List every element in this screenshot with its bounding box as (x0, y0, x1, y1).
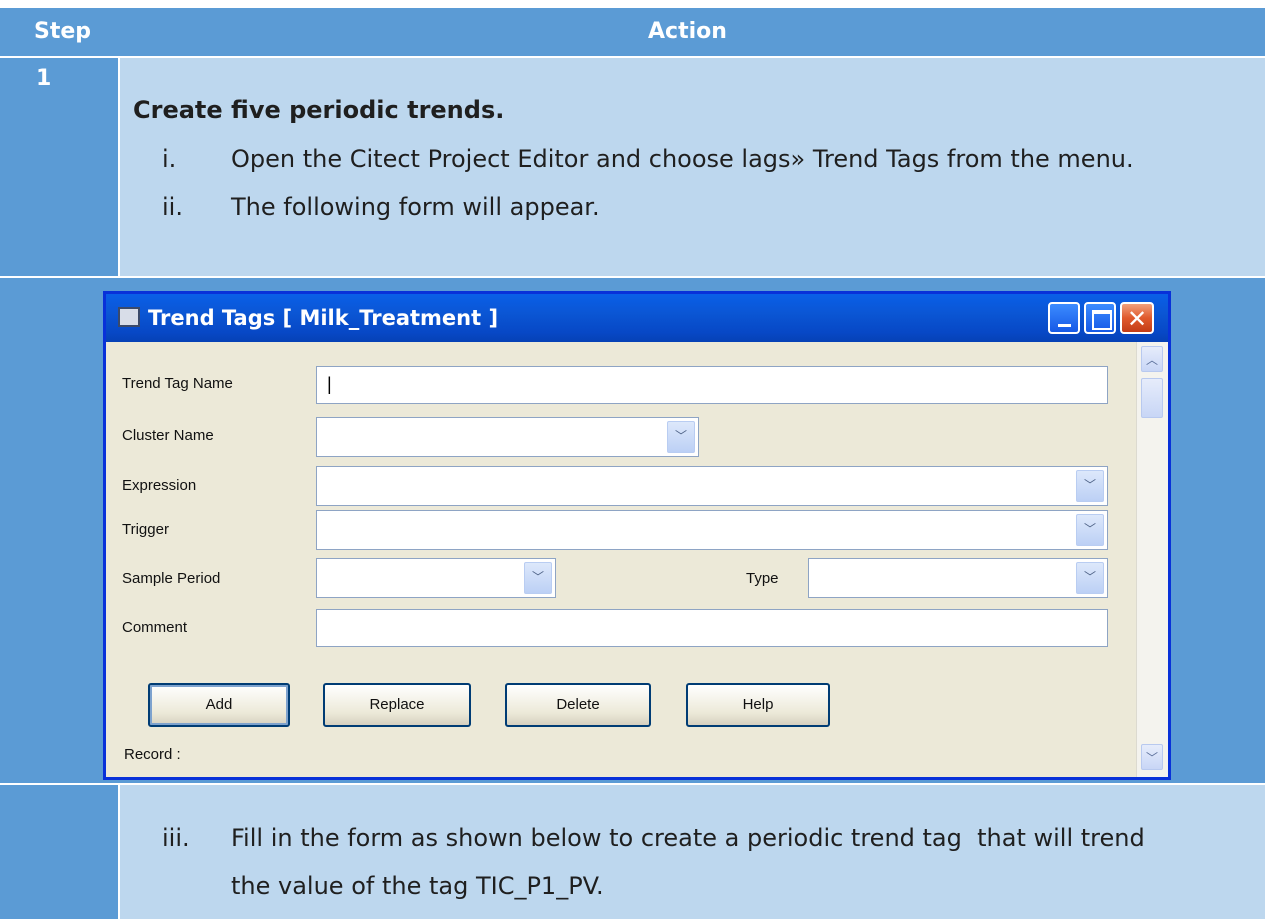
action-column-header: Action (648, 8, 727, 56)
table-header (0, 8, 1265, 56)
maximize-button[interactable] (1084, 302, 1116, 334)
cluster-name-select[interactable]: ﹀ (316, 417, 699, 457)
comment-field[interactable] (316, 609, 1108, 647)
scroll-up-button[interactable]: ︿ (1141, 346, 1163, 372)
type-select[interactable]: ﹀ (808, 558, 1108, 598)
close-button[interactable]: ✕ (1120, 302, 1154, 334)
comment-label: Comment (122, 619, 188, 636)
step-cell (0, 785, 118, 919)
minimize-button[interactable] (1048, 302, 1080, 334)
scroll-thumb[interactable] (1141, 378, 1163, 418)
step-cell (0, 58, 118, 276)
item-text: The following form will appear. (231, 193, 600, 221)
step-heading: Create five periodic trends. (133, 96, 505, 124)
item-numeral: iii. (162, 824, 190, 852)
chevron-down-icon[interactable]: ﹀ (1076, 470, 1104, 502)
expression-label: Expression (122, 477, 197, 494)
cluster-name-label: Cluster Name (122, 427, 214, 444)
dialog-title-bar[interactable]: Trend Tags [ Milk_Treatment ] ✕ (106, 294, 1168, 342)
chevron-down-icon[interactable]: ﹀ (667, 421, 695, 453)
item-text: the value of the tag TIC_P1_PV. (231, 872, 604, 900)
chevron-up-icon: ︿ (1145, 353, 1158, 367)
trend-tag-name-label: Trend Tag Name (122, 375, 233, 392)
item-text: Open the Citect Project Editor and choos… (231, 145, 1134, 173)
chevron-down-icon[interactable]: ﹀ (1076, 514, 1104, 546)
item-numeral: ii. (162, 193, 183, 221)
delete-button[interactable]: Delete (505, 683, 651, 727)
scroll-down-button[interactable]: ﹀ (1141, 744, 1163, 770)
chevron-down-icon[interactable]: ﹀ (1076, 562, 1104, 594)
step-column-header: Step (34, 8, 92, 56)
step-number: 1 (36, 66, 52, 91)
chevron-down-icon[interactable]: ﹀ (524, 562, 552, 594)
text-cursor: | (327, 374, 332, 394)
help-button[interactable]: Help (686, 683, 830, 727)
record-status: Record : (124, 746, 181, 763)
item-text: Fill in the form as shown below to creat… (231, 824, 1145, 852)
trigger-select[interactable]: ﹀ (316, 510, 1108, 550)
add-button[interactable]: Add (148, 683, 290, 727)
item-numeral: i. (162, 145, 177, 173)
sample-period-label: Sample Period (122, 570, 221, 587)
close-icon: ✕ (1126, 305, 1148, 333)
minimize-icon (1058, 324, 1071, 327)
trend-tag-name-field[interactable]: | (316, 366, 1108, 404)
window-icon (118, 307, 140, 327)
chevron-down-icon: ﹀ (1145, 751, 1158, 765)
maximize-icon (1092, 310, 1112, 330)
trigger-label: Trigger (122, 521, 169, 538)
expression-select[interactable]: ﹀ (316, 466, 1108, 506)
type-label: Type (746, 570, 779, 587)
sample-period-select[interactable]: ﹀ (316, 558, 556, 598)
vertical-scrollbar[interactable]: ︿ ﹀ (1136, 342, 1168, 777)
replace-button[interactable]: Replace (323, 683, 471, 727)
dialog-title: Trend Tags [ Milk_Treatment ] (148, 306, 499, 330)
trend-tags-dialog: Trend Tags [ Milk_Treatment ] ✕ ︿ ﹀ Tren… (103, 291, 1171, 780)
